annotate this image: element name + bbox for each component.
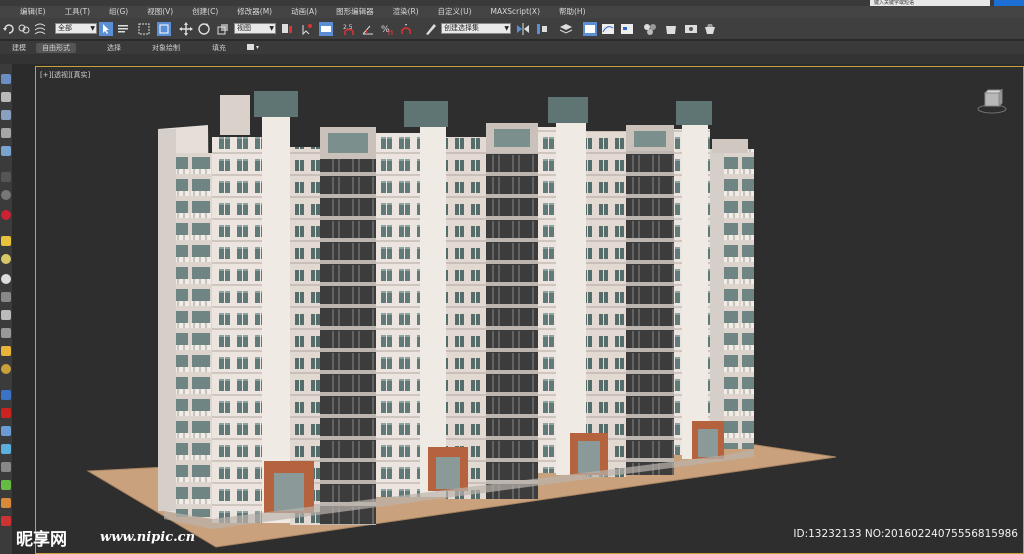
menu-animation[interactable]: 动画(A) [291,6,317,18]
menu-maxscript[interactable]: MAXScript(X) [491,6,540,18]
watermark-url: www.nipic.cn [100,530,196,545]
main-toolbar: 全部 ▼ 视图 ▼ 2.5 % 创建选择集 ▼ [0,18,1024,40]
select-by-name-icon[interactable] [116,22,130,36]
tab-freeform[interactable]: 自由形式 [36,43,76,53]
tool-icon[interactable] [1,462,11,472]
bind-to-space-warp-icon[interactable] [33,22,47,36]
sun-icon[interactable] [1,346,11,356]
tab-object-paint[interactable]: 对象绘制 [152,43,180,53]
grid-icon[interactable] [1,390,11,400]
watermark-id: ID:13232133 NO:20160224075556815986 [793,528,1018,540]
display-icon[interactable] [1,146,11,156]
snaps-toggle-icon[interactable]: 2.5 [342,22,356,36]
scale-icon[interactable] [216,22,230,36]
undo-icon[interactable] [2,22,16,36]
percent-snap-icon[interactable]: % [380,22,394,36]
menu-create[interactable]: 创建(C) [192,6,218,18]
link-icon[interactable] [1,426,11,436]
menu-modifiers[interactable]: 修改器(M) [237,6,272,18]
layer-manager-icon[interactable] [559,22,573,36]
menu-views[interactable]: 视图(V) [147,6,173,18]
menu-rendering[interactable]: 渲染(R) [393,6,419,18]
menu-bar: 编辑(E) 工具(T) 组(G) 视图(V) 创建(C) 修改器(M) 动画(A… [0,6,1024,18]
ribbon-toggle-icon[interactable] [246,43,260,52]
light-icon[interactable] [1,236,11,246]
ribbon-tabs: 建模 自由形式 选择 对象绘制 填充 [0,41,1024,54]
pin-icon[interactable] [1,408,11,418]
perspective-viewport[interactable]: [+][透视][真实] [35,66,1024,554]
cross-icon[interactable] [1,172,11,182]
menu-tools[interactable]: 工具(T) [65,6,90,18]
menu-graph-editors[interactable]: 图形编辑器 [336,6,374,18]
modify-icon[interactable] [1,92,11,102]
circle-icon[interactable] [1,274,11,284]
hierarchy-icon[interactable] [1,110,11,120]
building-scene [86,91,837,548]
named-selection-dropdown[interactable]: 创建选择集 ▼ [441,23,511,34]
move-icon[interactable] [179,22,193,36]
selection-filter-dropdown[interactable]: 全部 ▼ [55,23,97,34]
curve-editor-icon[interactable] [601,22,615,36]
spinner-snap-icon[interactable] [399,22,413,36]
rendered-frame-window-icon[interactable] [684,22,698,36]
render-production-icon[interactable] [703,22,717,36]
select-and-link-icon[interactable] [17,22,31,36]
pivot-center-icon[interactable] [280,22,294,36]
select-manipulate-icon[interactable] [300,22,314,36]
paint-icon[interactable] [1,498,11,508]
material-editor-icon[interactable] [643,22,657,36]
create-icon[interactable] [1,74,11,84]
window-crossing-icon[interactable] [157,22,171,36]
menu-help[interactable]: 帮助(H) [559,6,586,18]
edit-named-selection-icon[interactable] [424,22,438,36]
scene-explorer-icon[interactable] [583,22,597,36]
motion-icon[interactable] [1,128,11,138]
ribbon-panel-strip [0,54,1024,64]
render-setup-icon[interactable] [664,22,678,36]
leaf-icon[interactable] [1,480,11,490]
gem-icon[interactable] [1,444,11,454]
tab-populate[interactable]: 填充 [212,43,226,53]
schematic-view-icon[interactable] [620,22,634,36]
half-circle-icon[interactable] [1,190,11,200]
left-command-bar [0,64,12,554]
sphere-icon[interactable] [1,254,11,264]
tube-icon[interactable] [1,328,11,338]
menu-customize[interactable]: 自定义(U) [438,6,472,18]
cone-icon[interactable] [1,310,11,320]
wave-icon[interactable] [1,292,11,302]
watermark-logo: 昵享网 [16,530,67,550]
bolt-icon[interactable] [1,516,11,526]
menu-edit[interactable]: 编辑(E) [20,6,46,18]
keyboard-shortcut-override-icon[interactable] [319,22,333,36]
reference-coordinate-dropdown[interactable]: 视图 ▼ [234,23,276,34]
tab-selection[interactable]: 选择 [107,43,121,53]
tab-modeling[interactable]: 建模 [12,43,26,53]
angle-snap-icon[interactable] [361,22,375,36]
menu-group[interactable]: 组(G) [109,6,128,18]
mirror-icon[interactable] [516,22,530,36]
gold-sphere-icon[interactable] [1,364,11,374]
record-icon[interactable] [1,210,11,220]
rectangular-selection-icon[interactable] [137,22,151,36]
select-object-icon[interactable] [99,22,113,36]
align-icon[interactable] [535,22,549,36]
rotate-icon[interactable] [197,22,211,36]
